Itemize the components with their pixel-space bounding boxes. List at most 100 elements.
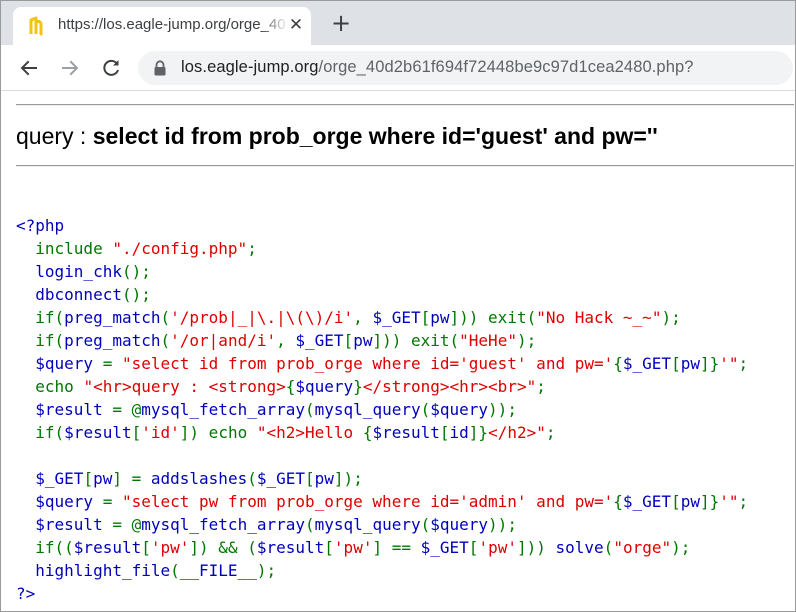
forward-arrow-icon[interactable] (56, 54, 84, 82)
code-token: "No Hack ~_~" (536, 308, 662, 327)
code-token: ( (420, 515, 431, 534)
code-token: '/prob|_|\.|\(\)/i' (170, 308, 354, 327)
code-line: if(preg_match('/or|and/i', $_GET[pw])) e… (16, 329, 748, 352)
code-token: preg_match (64, 308, 161, 327)
code-token: = (102, 354, 122, 373)
code-token: ); (256, 561, 277, 580)
code-token: pw (680, 354, 700, 373)
code-line: echo "<hr>query : <strong>{$query}</stro… (16, 375, 748, 398)
tab-close-icon[interactable]: ✕ (285, 14, 307, 36)
page-content: query : select id from prob_orge where i… (1, 91, 795, 611)
code-token: $result (372, 423, 440, 442)
code-line: highlight_file(__FILE__); (16, 559, 748, 582)
horizontal-rule-top (16, 104, 794, 106)
code-token: pw (680, 492, 700, 511)
code-token: [ (343, 331, 354, 350)
code-token: ]} (699, 492, 720, 511)
code-token: $query (430, 400, 489, 419)
code-token: ( (305, 515, 315, 534)
query-prefix: query : (16, 123, 93, 149)
code-token: , (353, 308, 373, 327)
code-token: ])) exit( (449, 308, 537, 327)
code-token: [ (83, 469, 94, 488)
code-token: </h2>" (488, 423, 546, 442)
code-token: (); (121, 262, 151, 281)
code-token: [ (420, 308, 431, 327)
address-bar[interactable]: los.eagle-jump.org/orge_40d2b61f694f7244… (138, 51, 793, 85)
code-token: ; (247, 239, 257, 258)
lock-icon[interactable] (153, 60, 167, 76)
code-token: <?php (16, 216, 65, 235)
code-token: $_GET (16, 469, 84, 488)
code-line: $result = @mysql_fetch_array(mysql_query… (16, 398, 748, 421)
code-token: 'pw' (150, 538, 190, 557)
code-token: __FILE__ (179, 561, 257, 580)
code-token: ]); (333, 469, 363, 488)
tab-active[interactable]: https://los.eagle-jump.org/orge_40d2b61f… (13, 7, 311, 45)
code-token: '/or|and/i' (170, 331, 277, 350)
horizontal-rule-bottom (16, 165, 794, 167)
code-token: preg_match (64, 331, 161, 350)
back-arrow-icon[interactable] (15, 54, 43, 82)
code-line: $query = "select id from prob_orge where… (16, 352, 748, 375)
new-tab-button[interactable]: + (327, 10, 355, 38)
code-token: $result (64, 423, 132, 442)
code-line: <?php (16, 214, 748, 237)
code-line: if($result['id']) echo "<h2>Hello {$resu… (16, 421, 748, 444)
code-token: $_GET (372, 308, 421, 327)
code-token: $_GET (420, 538, 469, 557)
code-token: } (353, 377, 363, 396)
code-token: mysql_query (314, 515, 421, 534)
code-token: "select pw from prob_orge where id='admi… (121, 492, 614, 511)
code-token: '" (719, 492, 739, 511)
code-token: echo (16, 377, 84, 396)
code-line: $_GET[pw] = addslashes($_GET[pw]); (16, 467, 748, 490)
code-line: $result = @mysql_fetch_array(mysql_query… (16, 513, 748, 536)
code-token: )); (488, 515, 517, 534)
code-token: [ (671, 354, 681, 373)
code-token: ( (247, 469, 257, 488)
code-token: [ (671, 492, 681, 511)
code-token: $result (16, 400, 113, 419)
code-token: { (613, 492, 623, 511)
favicon-icon (29, 16, 43, 36)
code-token: $query (430, 515, 489, 534)
code-token: ]) && ( (189, 538, 257, 557)
code-token: ( (160, 331, 171, 350)
code-token: ( (420, 400, 431, 419)
code-token: if( (16, 423, 65, 442)
code-token: $result (73, 538, 142, 557)
code-line: if(($result['pw']) && ($result['pw'] == … (16, 536, 748, 559)
code-token: $_GET (622, 492, 672, 511)
code-token: ]) echo (179, 423, 257, 442)
tab-strip: https://los.eagle-jump.org/orge_40d2b61f… (1, 1, 795, 45)
query-sql: select id from prob_orge where id='guest… (92, 123, 658, 149)
code-token: $_GET (256, 469, 306, 488)
code-token: $query (16, 492, 103, 511)
code-token: pw (314, 469, 334, 488)
code-token: highlight_file (16, 561, 171, 580)
code-token: ; (536, 377, 546, 396)
code-token: dbconnect (16, 285, 122, 304)
code-line: ?> (16, 582, 748, 605)
code-token: ]} (468, 423, 489, 442)
code-token: include (16, 239, 113, 258)
code-token: "select id from prob_orge where id='gues… (121, 354, 614, 373)
query-line: query : select id from prob_orge where i… (16, 123, 658, 150)
code-token: pw (353, 331, 373, 350)
code-token: pw (93, 469, 113, 488)
url-text[interactable]: los.eagle-jump.org/orge_40d2b61f694f7244… (181, 58, 694, 77)
code-token: { (362, 423, 373, 442)
code-token: ( (603, 538, 614, 557)
code-token: ); (671, 538, 691, 557)
code-token: )); (488, 400, 517, 419)
browser-window: https://los.eagle-jump.org/orge_40d2b61f… (0, 0, 796, 612)
reload-icon[interactable] (97, 54, 125, 82)
browser-toolbar: los.eagle-jump.org/orge_40d2b61f694f7244… (1, 45, 795, 91)
code-token: [ (324, 538, 334, 557)
code-token: ]} (699, 354, 720, 373)
code-token: if( (16, 331, 65, 350)
code-token: "<h2>Hello (256, 423, 363, 442)
code-token: pw (430, 308, 450, 327)
